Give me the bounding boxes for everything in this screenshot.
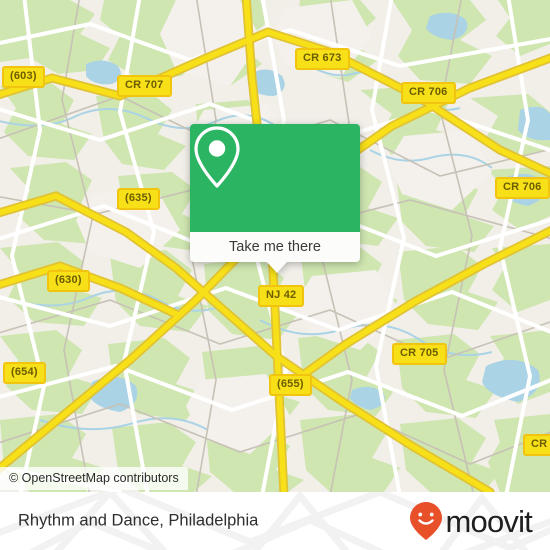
road-shield: (630) (47, 270, 90, 292)
map-canvas[interactable]: (603) CR 707 CR 673 CR 706 CR 706 (635) … (0, 0, 550, 492)
map-pin-icon (194, 126, 240, 188)
road-shield: (654) (3, 362, 46, 384)
map-attribution[interactable]: © OpenStreetMap contributors (0, 467, 188, 490)
road-shield: CR 706 (495, 177, 550, 199)
road-shield: (603) (2, 66, 45, 88)
place-name-label: Rhythm and Dance, Philadelphia (18, 511, 259, 530)
road-shield: CR 705 (392, 343, 447, 365)
road-shield: (655) (269, 374, 312, 396)
road-shield: (635) (117, 188, 160, 210)
callout-pointer-tail (267, 262, 287, 273)
take-me-there-label: Take me there (229, 239, 321, 255)
road-shield: CR 707 (117, 75, 172, 97)
road-shield: NJ 42 (258, 285, 305, 307)
road-shield: CR 673 (295, 48, 350, 70)
map-screenshot: (603) CR 707 CR 673 CR 706 CR 706 (635) … (0, 0, 550, 550)
road-shield: CR 706 (401, 82, 456, 104)
callout-image-area (190, 124, 360, 232)
bottom-info-bar: Rhythm and Dance, Philadelphia moovit (0, 492, 550, 550)
take-me-there-button[interactable]: Take me there (190, 232, 360, 262)
road-shield: CR (523, 434, 550, 456)
moovit-pin-smiley-icon (410, 502, 443, 540)
location-callout-card[interactable]: Take me there (190, 124, 360, 273)
moovit-logo: moovit (409, 501, 533, 541)
moovit-wordmark: moovit (445, 503, 532, 539)
